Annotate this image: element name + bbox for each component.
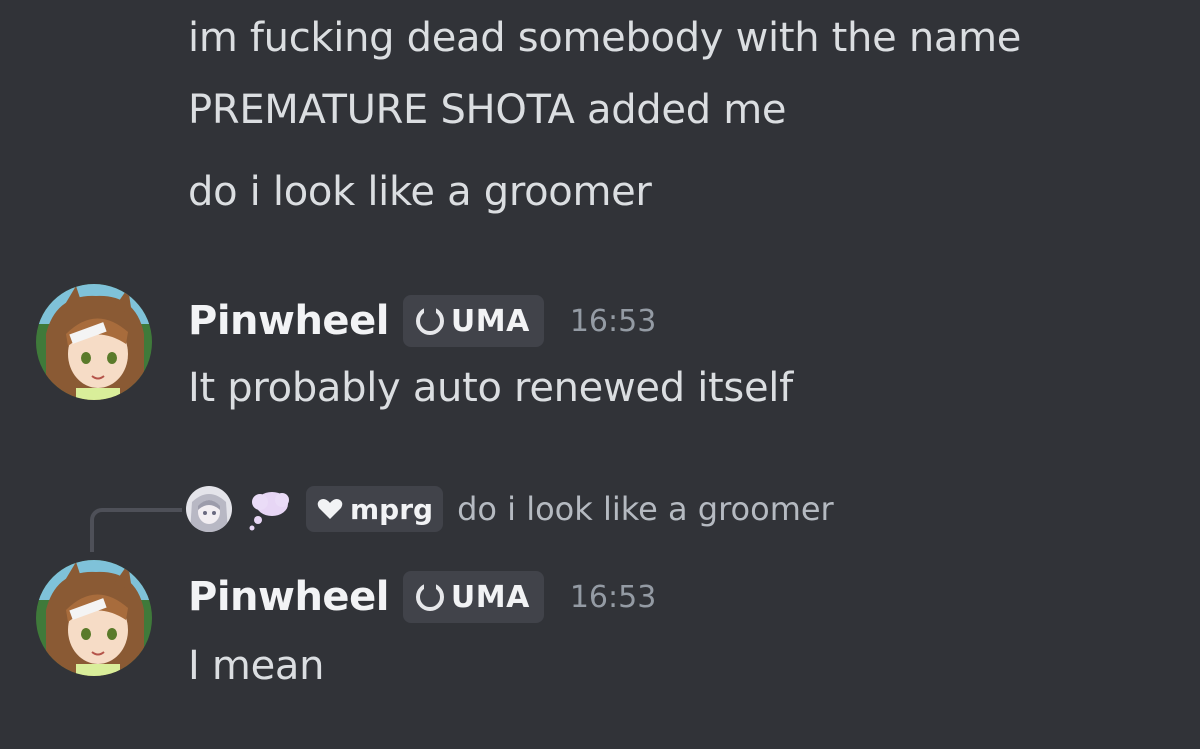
- message-header: Pinwheel UMA 16:53: [188, 294, 656, 348]
- username[interactable]: Pinwheel: [188, 574, 389, 620]
- thought-bubble-icon: [246, 486, 292, 532]
- timestamp[interactable]: 16:53: [570, 580, 656, 615]
- reply-server-tag[interactable]: mprg: [306, 486, 444, 532]
- server-tag[interactable]: UMA: [402, 295, 544, 347]
- horseshoe-icon: [415, 306, 444, 335]
- message-header: Pinwheel UMA 16:53: [188, 570, 656, 624]
- message-line: PREMATURE SHOTA added me: [188, 87, 787, 133]
- message-content: I mean: [188, 643, 325, 689]
- server-tag-label: UMA: [450, 579, 530, 615]
- horse-girl-avatar-icon: [36, 284, 152, 400]
- horseshoe-icon: [415, 582, 444, 611]
- reply-connector: [90, 508, 182, 552]
- timestamp[interactable]: 16:53: [570, 304, 656, 339]
- reply-text[interactable]: do i look like a groomer: [457, 490, 834, 528]
- pinwheel-avatar[interactable]: [36, 560, 152, 676]
- silver-hair-avatar-icon: [186, 486, 232, 532]
- pinwheel-avatar[interactable]: [36, 284, 152, 400]
- chat-message-list: im fucking dead somebody with the name P…: [0, 0, 1200, 749]
- reply-preview[interactable]: mprg do i look like a groomer: [186, 486, 834, 532]
- username[interactable]: Pinwheel: [188, 298, 389, 344]
- message-line: im fucking dead somebody with the name: [188, 15, 1022, 61]
- server-tag-label: UMA: [450, 303, 530, 339]
- server-tag[interactable]: UMA: [402, 571, 544, 623]
- message-line: do i look like a groomer: [188, 169, 652, 215]
- reply-avatar[interactable]: [186, 486, 232, 532]
- heart-icon: [317, 499, 343, 519]
- reply-tag-label: mprg: [350, 492, 434, 526]
- message-content: It probably auto renewed itself: [188, 365, 793, 411]
- horse-girl-avatar-icon: [36, 560, 152, 676]
